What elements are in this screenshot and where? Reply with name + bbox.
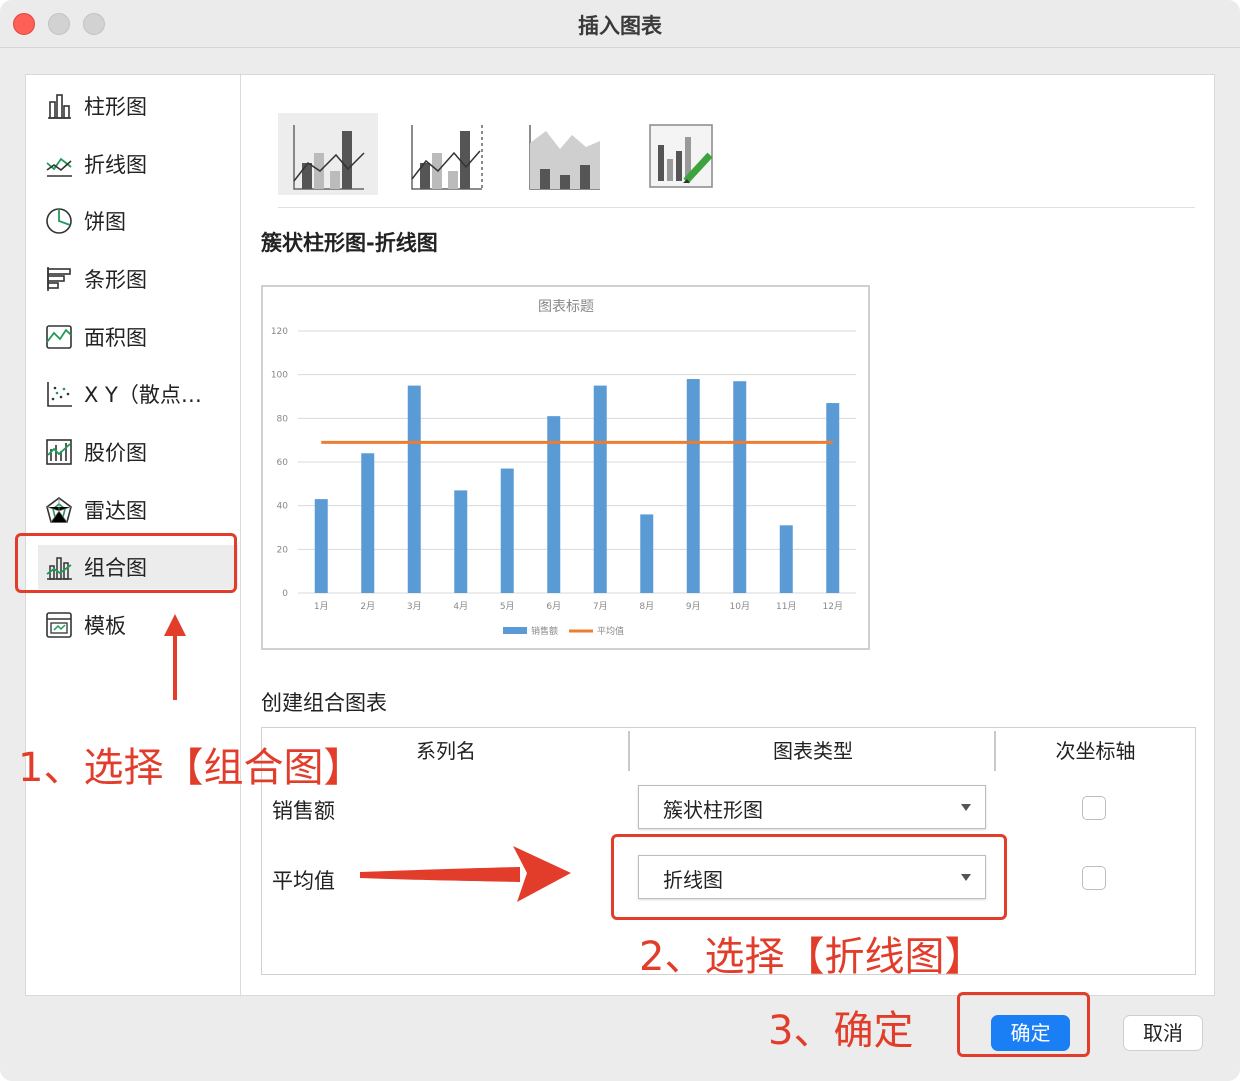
bar-销售额-7月 <box>593 385 607 593</box>
y-tick-label: 80 <box>277 414 289 424</box>
annotation-arrow-right-icon <box>360 846 571 902</box>
sidebar-item-pie[interactable]: 饼图 <box>38 199 238 243</box>
bar-销售额-4月 <box>454 490 468 593</box>
bar-销售额-8月 <box>640 514 654 593</box>
gallery-divider <box>278 207 1195 208</box>
y-tick-label: 100 <box>271 371 288 381</box>
sidebar-item-label: X Y（散点… <box>84 383 202 407</box>
annotation-arrow-up-icon <box>164 614 186 700</box>
bar-销售额-5月 <box>500 468 514 593</box>
sidebar-item-area[interactable]: 面积图 <box>38 315 238 359</box>
sidebar-item-label: 模板 <box>84 614 126 638</box>
column-chart-icon <box>48 94 71 119</box>
bar-销售额-11月 <box>779 525 793 593</box>
chart-subtype-name: 簇状柱形图-折线图 <box>261 231 438 255</box>
annotation-box-ok <box>957 992 1090 1057</box>
sidebar-item-label: 面积图 <box>84 326 147 350</box>
sidebar-item-scatter[interactable]: X Y（散点… <box>38 372 238 416</box>
annotation-box-combo <box>15 533 237 593</box>
x-tick-label: 1月 <box>314 601 329 612</box>
bar-销售额-10月 <box>733 381 747 593</box>
chevron-down-icon <box>961 804 971 811</box>
chart-type-select-sales[interactable]: 簇状柱形图 <box>638 785 986 829</box>
preview-chart-svg: 图表标题 0 20 40 60 80 100 120 1月 2月 3月 4月 5月 6月 7月 8月 9月 10月… <box>271 299 856 637</box>
select-value: 簇状柱形图 <box>663 798 763 822</box>
bar-销售额-12月 <box>826 403 840 593</box>
sidebar-item-label: 折线图 <box>84 153 147 177</box>
x-tick-label: 7月 <box>593 601 608 612</box>
title-bar: 插入图表 <box>0 0 1240 48</box>
x-tick-label: 4月 <box>453 601 468 612</box>
sidebar-item-label: 饼图 <box>84 210 126 234</box>
chart-title: 图表标题 <box>538 299 594 315</box>
subtype-stacked-area-column[interactable] <box>514 113 614 195</box>
bar-销售额-9月 <box>686 379 700 593</box>
stacked-area-column-icon <box>529 125 600 190</box>
bar-销售额-1月 <box>314 499 328 593</box>
y-tick-label: 40 <box>277 502 289 512</box>
create-combo-label: 创建组合图表 <box>261 691 387 715</box>
annotation-step1: 1、选择【组合图】 <box>18 745 364 791</box>
bar-销售额-2月 <box>361 453 375 593</box>
subtype-custom-combo[interactable] <box>632 113 732 195</box>
sidebar-item-line[interactable]: 折线图 <box>38 142 238 186</box>
sidebar-item-bar[interactable]: 条形图 <box>38 257 238 301</box>
annotation-step2: 2、选择【折线图】 <box>639 934 985 980</box>
sidebar-item-template[interactable]: 模板 <box>38 603 238 647</box>
x-tick-label: 10月 <box>730 601 750 612</box>
legend-swatch-bar <box>503 627 527 634</box>
sidebar-item-column[interactable]: 柱形图 <box>38 84 238 128</box>
template-icon <box>46 612 72 638</box>
secondary-axis-checkbox-sales[interactable] <box>1082 796 1106 820</box>
x-tick-label: 6月 <box>546 601 561 612</box>
chart-subtype-gallery <box>278 113 748 197</box>
sidebar-item-label: 股价图 <box>84 441 147 465</box>
secondary-axis-checkbox-average[interactable] <box>1082 866 1106 890</box>
bar-销售额-3月 <box>407 385 421 593</box>
legend-label-line: 平均值 <box>597 625 624 637</box>
y-tick-label: 60 <box>277 458 289 468</box>
x-tick-label: 8月 <box>639 601 654 612</box>
stock-chart-icon <box>46 439 72 465</box>
subtype-clustered-column-line[interactable] <box>278 113 378 195</box>
header-chart-type: 图表类型 <box>773 739 853 763</box>
radar-chart-icon <box>46 497 72 523</box>
header-secondary-axis: 次坐标轴 <box>1055 739 1136 763</box>
clustered-column-line-secondary-axis-icon <box>411 125 483 190</box>
series-name-average: 平均值 <box>272 869 335 893</box>
x-tick-label: 3月 <box>407 601 422 612</box>
chart-preview: 图表标题 0 20 40 60 80 100 120 1月 2月 3月 4月 5月 6月 7月 8月 9月 10月… <box>261 285 870 650</box>
cancel-button[interactable]: 取消 <box>1123 1015 1203 1051</box>
window-title: 插入图表 <box>578 14 662 38</box>
scatter-chart-icon <box>47 382 72 407</box>
subtype-clustered-column-line-secondary[interactable] <box>396 113 496 195</box>
x-tick-label: 2月 <box>360 601 375 612</box>
x-tick-label: 12月 <box>823 601 843 612</box>
sidebar-item-label: 雷达图 <box>84 499 147 523</box>
annotation-step3: 3、确定 <box>768 1008 914 1054</box>
sidebar-item-stock[interactable]: 股价图 <box>38 430 238 474</box>
x-tick-label: 11月 <box>776 601 796 612</box>
series-name-sales: 销售额 <box>272 799 335 823</box>
custom-combination-icon <box>649 124 713 188</box>
pie-chart-icon <box>46 208 72 234</box>
clustered-column-line-icon <box>293 125 365 190</box>
y-tick-label: 0 <box>282 589 288 599</box>
insert-chart-dialog: 插入图表 柱形图 折线图 饼图 条形图 面积图 X Y（散点… 股价图 雷达图 … <box>0 0 1240 1081</box>
annotation-box-line <box>611 834 1007 920</box>
line-chart-icon <box>46 157 72 177</box>
area-chart-icon <box>46 325 72 349</box>
x-tick-label: 9月 <box>686 601 701 612</box>
x-tick-label: 5月 <box>500 601 515 612</box>
bar-chart-icon <box>47 267 71 291</box>
sidebar-item-label: 条形图 <box>84 268 147 292</box>
y-tick-label: 120 <box>271 327 288 337</box>
sidebar-item-label: 柱形图 <box>84 95 147 119</box>
y-tick-label: 20 <box>277 545 289 555</box>
sidebar-item-radar[interactable]: 雷达图 <box>38 488 238 532</box>
legend-label-bar: 销售额 <box>531 625 558 637</box>
